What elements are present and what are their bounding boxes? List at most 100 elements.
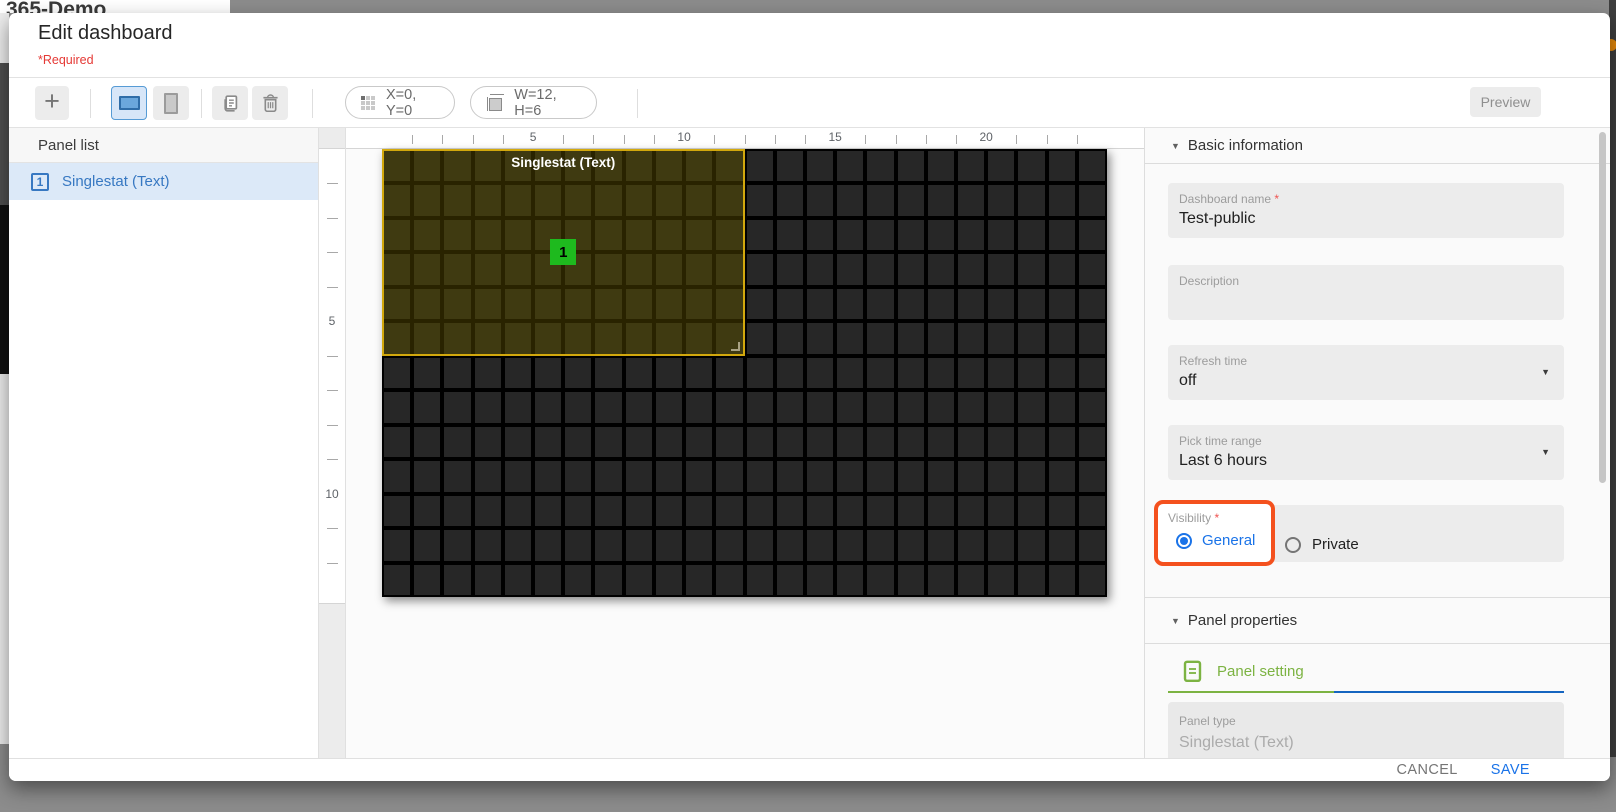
- grid-cell[interactable]: [958, 392, 984, 422]
- grid-cell[interactable]: [928, 530, 954, 560]
- panel-resize-handle[interactable]: [731, 342, 740, 351]
- grid-cell[interactable]: [565, 392, 591, 422]
- grid-cell[interactable]: [747, 289, 773, 319]
- grid-cell[interactable]: [837, 220, 863, 250]
- grid-cell[interactable]: [595, 427, 621, 457]
- grid-cell[interactable]: [505, 565, 531, 595]
- grid-cell[interactable]: [928, 358, 954, 388]
- grid-cell[interactable]: [1079, 427, 1105, 457]
- grid-cell[interactable]: [928, 496, 954, 526]
- grid-cell[interactable]: [444, 358, 470, 388]
- grid-cell[interactable]: [535, 427, 561, 457]
- grid-cell[interactable]: [898, 254, 924, 284]
- grid-cell[interactable]: [807, 496, 833, 526]
- grid-cell[interactable]: [595, 530, 621, 560]
- grid-cell[interactable]: [958, 530, 984, 560]
- grid-cell[interactable]: [898, 358, 924, 388]
- grid-cell[interactable]: [928, 461, 954, 491]
- grid-cell[interactable]: [1018, 358, 1044, 388]
- grid-cell[interactable]: [595, 496, 621, 526]
- grid-cell[interactable]: [837, 461, 863, 491]
- grid-cell[interactable]: [444, 565, 470, 595]
- position-field[interactable]: X=0, Y=0: [345, 86, 455, 119]
- duplicate-panel-button[interactable]: [212, 86, 248, 120]
- grid-cell[interactable]: [777, 323, 803, 353]
- grid-cell[interactable]: [686, 392, 712, 422]
- grid-cell[interactable]: [867, 530, 893, 560]
- grid-cell[interactable]: [747, 220, 773, 250]
- grid-cell[interactable]: [1018, 254, 1044, 284]
- grid-cell[interactable]: [777, 220, 803, 250]
- visibility-radio-general[interactable]: General: [1176, 532, 1255, 549]
- grid-cell[interactable]: [747, 427, 773, 457]
- grid-cell[interactable]: [565, 427, 591, 457]
- grid-cell[interactable]: [988, 358, 1014, 388]
- grid-cell[interactable]: [777, 427, 803, 457]
- grid-cell[interactable]: [656, 392, 682, 422]
- grid-cell[interactable]: [595, 392, 621, 422]
- grid-cell[interactable]: [867, 254, 893, 284]
- grid-cell[interactable]: [1079, 323, 1105, 353]
- grid-cell[interactable]: [444, 530, 470, 560]
- grid-cell[interactable]: [1018, 565, 1044, 595]
- grid-cell[interactable]: [747, 151, 773, 181]
- grid-cell[interactable]: [777, 185, 803, 215]
- refresh-time-select[interactable]: Refresh time off ▼: [1168, 345, 1564, 400]
- grid-cell[interactable]: [384, 565, 410, 595]
- grid-cell[interactable]: [626, 565, 652, 595]
- grid-cell[interactable]: [1079, 220, 1105, 250]
- grid-cell[interactable]: [535, 565, 561, 595]
- grid-cell[interactable]: [988, 220, 1014, 250]
- grid-cell[interactable]: [384, 427, 410, 457]
- grid-cell[interactable]: [1049, 254, 1075, 284]
- grid-cell[interactable]: [807, 185, 833, 215]
- grid-cell[interactable]: [1079, 254, 1105, 284]
- grid-cell[interactable]: [837, 323, 863, 353]
- grid-cell[interactable]: [505, 530, 531, 560]
- grid-cell[interactable]: [928, 220, 954, 250]
- grid-cell[interactable]: [837, 565, 863, 595]
- grid-cell[interactable]: [475, 565, 501, 595]
- grid-cell[interactable]: [837, 254, 863, 284]
- grid-cell[interactable]: [1018, 461, 1044, 491]
- grid-cell[interactable]: [867, 427, 893, 457]
- grid-cell[interactable]: [958, 151, 984, 181]
- grid-cell[interactable]: [656, 565, 682, 595]
- grid-cell[interactable]: [686, 496, 712, 526]
- panel-setting-tab[interactable]: Panel setting: [1183, 660, 1304, 683]
- grid-cell[interactable]: [898, 461, 924, 491]
- grid-cell[interactable]: [565, 496, 591, 526]
- grid-cell[interactable]: [384, 392, 410, 422]
- grid-cell[interactable]: [958, 254, 984, 284]
- grid-cell[interactable]: [958, 565, 984, 595]
- panel-properties-header[interactable]: ▼ Panel properties: [1171, 598, 1297, 643]
- grid-cell[interactable]: [747, 185, 773, 215]
- time-range-select[interactable]: Pick time range Last 6 hours ▼: [1168, 425, 1564, 480]
- grid-cell[interactable]: [807, 461, 833, 491]
- save-button[interactable]: SAVE: [1491, 762, 1530, 778]
- grid-cell[interactable]: [867, 323, 893, 353]
- grid-cell[interactable]: [867, 289, 893, 319]
- grid-cell[interactable]: [928, 323, 954, 353]
- grid-cell[interactable]: [716, 565, 742, 595]
- grid-cell[interactable]: [1049, 461, 1075, 491]
- grid-cell[interactable]: [747, 530, 773, 560]
- grid-cell[interactable]: [988, 565, 1014, 595]
- grid-cell[interactable]: [1018, 151, 1044, 181]
- grid-cell[interactable]: [777, 496, 803, 526]
- grid-cell[interactable]: [958, 185, 984, 215]
- grid-cell[interactable]: [837, 392, 863, 422]
- grid-cell[interactable]: [988, 289, 1014, 319]
- grid-cell[interactable]: [898, 565, 924, 595]
- grid-cell[interactable]: [747, 461, 773, 491]
- grid-cell[interactable]: [988, 151, 1014, 181]
- grid-cell[interactable]: [988, 427, 1014, 457]
- grid-cell[interactable]: [747, 358, 773, 388]
- grid-cell[interactable]: [928, 427, 954, 457]
- grid-cell[interactable]: [1079, 358, 1105, 388]
- description-field[interactable]: Description: [1168, 265, 1564, 320]
- grid-cell[interactable]: [807, 358, 833, 388]
- grid-cell[interactable]: [1018, 289, 1044, 319]
- grid-cell[interactable]: [595, 461, 621, 491]
- grid-cell[interactable]: [777, 530, 803, 560]
